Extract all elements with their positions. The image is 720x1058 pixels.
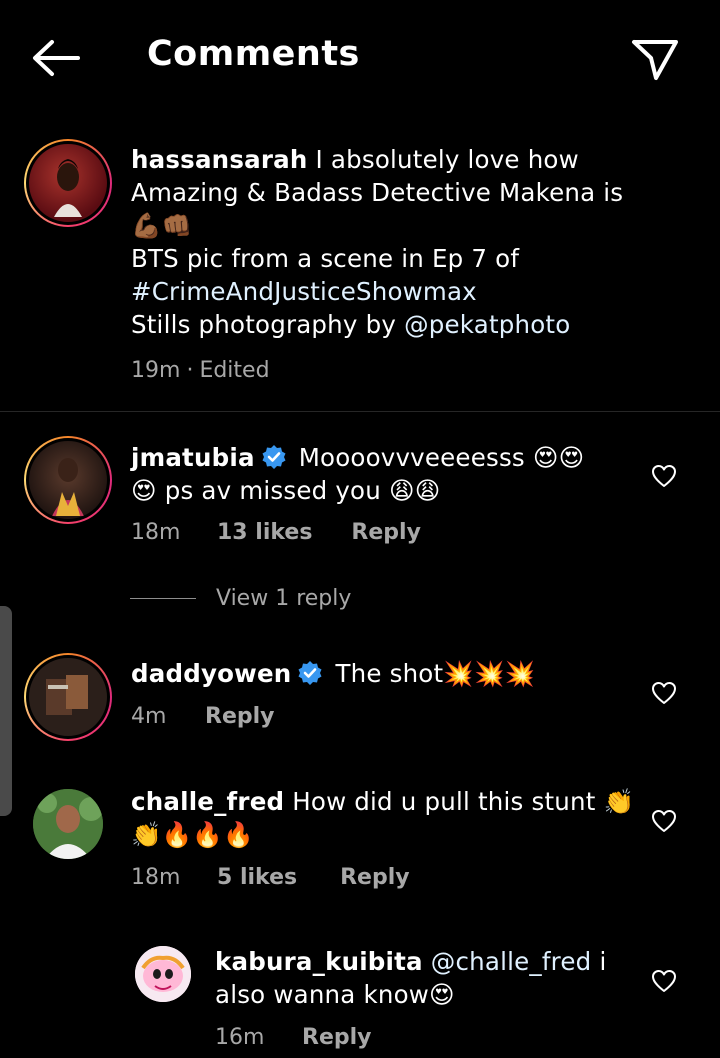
timestamp: 18m — [131, 865, 181, 890]
reply-button[interactable]: Reply — [340, 865, 410, 890]
timestamp: 18m — [131, 520, 181, 545]
comment-meta: 18m 13 likes Reply — [131, 520, 421, 545]
heart-icon[interactable] — [651, 681, 677, 705]
caption-line: I absolutely love how — [315, 145, 579, 174]
reply-text: kabura_kuibita @challe_fred i also wanna… — [215, 945, 645, 1011]
comment-text: daddyowen The shot💥💥💥 — [131, 657, 651, 690]
profile-photo — [33, 789, 103, 859]
verified-badge-icon — [298, 661, 322, 685]
avatar[interactable] — [24, 436, 112, 524]
heart-icon[interactable] — [651, 809, 677, 833]
mention-link[interactable]: @pekatphoto — [404, 310, 570, 339]
avatar[interactable] — [24, 653, 112, 741]
verified-badge-icon — [262, 445, 286, 469]
avatar[interactable] — [24, 139, 112, 227]
caption-line: Stills photography by — [131, 310, 397, 339]
comment-line: 👏🔥🔥🔥 — [131, 820, 254, 849]
view-replies-button[interactable]: View 1 reply — [130, 586, 351, 611]
reply-line: i — [599, 947, 607, 976]
username[interactable]: kabura_kuibita — [215, 947, 423, 976]
reply-button[interactable]: Reply — [351, 520, 421, 545]
comment-text: jmatubia Moooovvveeeesss 😍😍 😍 ps av miss… — [131, 441, 651, 507]
scroll-handle[interactable] — [0, 606, 12, 816]
send-icon — [632, 40, 678, 80]
timestamp: 4m — [131, 704, 167, 729]
header-bar: Comments — [0, 0, 720, 116]
username[interactable]: challe_fred — [131, 787, 284, 816]
comment-line: The shot💥💥💥 — [335, 659, 536, 688]
avatar[interactable] — [135, 946, 191, 1002]
reply-line: also wanna know😍 — [215, 980, 455, 1009]
caption-emoji: 💪🏾👊🏾 — [131, 211, 193, 240]
hashtag-link[interactable]: #CrimeAndJusticeShowmax — [131, 277, 477, 306]
mention-link[interactable]: @challe_fred — [431, 947, 592, 976]
share-button[interactable] — [628, 34, 682, 84]
username[interactable]: hassansarah — [131, 145, 308, 174]
view-replies-label: View 1 reply — [216, 586, 352, 611]
page-title: Comments — [147, 34, 360, 74]
caption-line: BTS pic from a scene in Ep 7 of — [131, 244, 520, 273]
reply-meta: 16m Reply — [215, 1025, 372, 1050]
avatar[interactable] — [33, 789, 103, 859]
comment-line: Moooovvveeeesss 😍😍 — [298, 443, 585, 472]
back-button[interactable] — [28, 36, 84, 80]
profile-photo — [46, 675, 88, 715]
comment-meta: 18m 5 likes Reply — [131, 865, 410, 890]
comment-line: 😍 ps av missed you 😩😩 — [131, 476, 441, 505]
heart-icon[interactable] — [651, 969, 677, 993]
username[interactable]: jmatubia — [131, 443, 255, 472]
arrow-left-icon — [33, 40, 80, 76]
comment-meta: 4m Reply — [131, 704, 275, 729]
separator: · — [186, 358, 194, 383]
username[interactable]: daddyowen — [131, 659, 291, 688]
divider — [130, 598, 196, 599]
caption-line: Amazing & Badass Detective Makena is — [131, 178, 624, 207]
caption-text: hassansarah I absolutely love how Amazin… — [131, 143, 701, 341]
profile-photo — [135, 946, 191, 1002]
comment-line: How did u pull this stunt 👏 — [292, 787, 635, 816]
comment-text: challe_fred How did u pull this stunt 👏 … — [131, 785, 651, 851]
edited-label: Edited — [199, 358, 270, 383]
likes-count[interactable]: 5 likes — [217, 865, 297, 890]
reply-button[interactable]: Reply — [205, 704, 275, 729]
likes-count[interactable]: 13 likes — [217, 520, 312, 545]
profile-photo — [54, 159, 82, 217]
caption-meta: 19m · Edited — [131, 358, 270, 383]
timestamp: 16m — [215, 1025, 265, 1050]
divider — [0, 411, 720, 412]
reply-button[interactable]: Reply — [302, 1025, 372, 1050]
profile-photo — [52, 458, 84, 516]
timestamp: 19m — [131, 358, 181, 383]
heart-icon[interactable] — [651, 464, 677, 488]
